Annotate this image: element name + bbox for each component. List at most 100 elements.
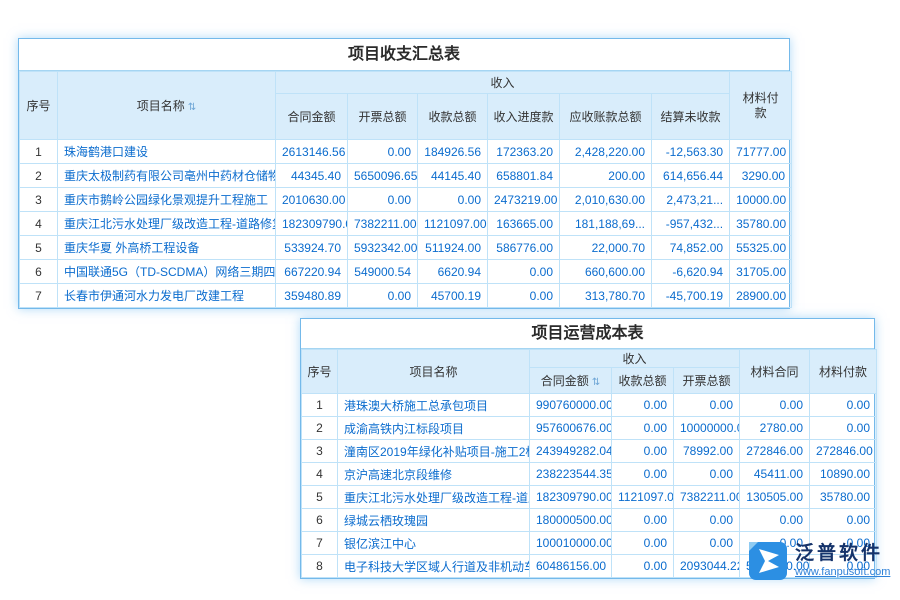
value-cell: 44145.40 — [418, 164, 488, 188]
col-header-contract-amount[interactable]: 合同金额⇅ — [530, 368, 612, 394]
project-income-summary-panel: 项目收支汇总表 序号 项目名称⇅ 收入 材料付款 合同金额 开票总额 收款总额 — [18, 38, 790, 309]
value-cell: 45700.19 — [418, 284, 488, 308]
summary-table: 序号 项目名称⇅ 收入 材料付款 合同金额 开票总额 收款总额 收入进度款 应收… — [19, 71, 792, 308]
page: 项目收支汇总表 序号 项目名称⇅ 收入 材料付款 合同金额 开票总额 收款总额 — [0, 0, 900, 600]
value-cell: 130505.00 — [740, 486, 810, 509]
col-header-income-progress: 收入进度款 — [488, 94, 560, 140]
project-name-cell: 重庆江北污水处理厂级改造工程-道路修复工 — [58, 212, 276, 236]
project-operating-cost-panel: 项目运营成本表 序号 项目名称 收入 材料合同 材料付款 合同金额⇅ 收款总额 — [300, 318, 875, 579]
project-name-cell: 银亿滨江中心 — [338, 532, 530, 555]
value-cell: 2473219.00 — [488, 188, 560, 212]
value-cell: 60486156.00 — [530, 555, 612, 578]
value-cell: 10000000.00 — [674, 417, 740, 440]
table-row[interactable]: 1珠海鹤港口建设2613146.560.00184926.56172363.20… — [20, 140, 792, 164]
value-cell: 172363.20 — [488, 140, 560, 164]
row-index-cell: 3 — [302, 440, 338, 463]
value-cell: 0.00 — [418, 188, 488, 212]
summary-table-body: 1珠海鹤港口建设2613146.560.00184926.56172363.20… — [20, 140, 792, 308]
table-row[interactable]: 7长春市伊通河水力发电厂改建工程359480.890.0045700.190.0… — [20, 284, 792, 308]
table-row[interactable]: 6中国联通5G（TD-SCDMA）网络三期四川工667220.94549000.… — [20, 260, 792, 284]
table-row[interactable]: 2重庆太极制药有限公司亳州中药材仓储物流44345.405650096.6544… — [20, 164, 792, 188]
value-cell: 55325.00 — [730, 236, 792, 260]
value-cell: 0.00 — [348, 140, 418, 164]
brand-logo-icon — [748, 541, 788, 581]
col-header-invoiced-total: 开票总额 — [348, 94, 418, 140]
value-cell: 2,428,220.00 — [560, 140, 652, 164]
table-row[interactable]: 3潼南区2019年绿化补贴项目-施工2标段243949282.040.00789… — [302, 440, 877, 463]
row-index-cell: 6 — [20, 260, 58, 284]
watermark: 泛普软件 www.fanpusoft.com — [748, 541, 890, 581]
project-name-cell: 重庆太极制药有限公司亳州中药材仓储物流 — [58, 164, 276, 188]
brand-name: 泛普软件 — [795, 543, 890, 565]
value-cell: 0.00 — [612, 440, 674, 463]
row-index-cell: 2 — [302, 417, 338, 440]
value-cell: 7382211.00 — [674, 486, 740, 509]
col-header-contract-amount-label: 合同金额 — [541, 374, 589, 388]
col-header-project-name[interactable]: 项目名称⇅ — [58, 72, 276, 140]
value-cell: 71777.00 — [730, 140, 792, 164]
value-cell: 22,000.70 — [560, 236, 652, 260]
row-index-cell: 1 — [302, 394, 338, 417]
value-cell: 35780.00 — [810, 486, 877, 509]
brand-url: www.fanpusoft.com — [795, 565, 890, 579]
value-cell: 0.00 — [348, 188, 418, 212]
value-cell: -6,620.94 — [652, 260, 730, 284]
value-cell: 180000500.00 — [530, 509, 612, 532]
value-cell: 0.00 — [488, 260, 560, 284]
value-cell: 511924.00 — [418, 236, 488, 260]
sort-icon[interactable]: ⇅ — [188, 102, 196, 113]
row-index-cell: 4 — [302, 463, 338, 486]
value-cell: 0.00 — [674, 532, 740, 555]
value-cell: -45,700.19 — [652, 284, 730, 308]
project-name-cell: 重庆华夏 外高桥工程设备 — [58, 236, 276, 260]
col-header-index: 序号 — [302, 350, 338, 394]
project-name-cell: 重庆江北污水处理厂级改造工程-道路修复 — [338, 486, 530, 509]
col-header-invoiced-total: 开票总额 — [674, 368, 740, 394]
value-cell: 181,188,69... — [560, 212, 652, 236]
value-cell: -12,563.30 — [652, 140, 730, 164]
value-cell: 2093044.22 — [674, 555, 740, 578]
value-cell: 658801.84 — [488, 164, 560, 188]
value-cell: 990760000.00 — [530, 394, 612, 417]
value-cell: -957,432... — [652, 212, 730, 236]
col-header-material-payment: 材料付款 — [810, 350, 877, 394]
value-cell: 1121097.00 — [418, 212, 488, 236]
project-name-cell: 长春市伊通河水力发电厂改建工程 — [58, 284, 276, 308]
table-row[interactable]: 2成渝高铁内江标段项目957600676.000.0010000000.0027… — [302, 417, 877, 440]
sort-icon[interactable]: ⇅ — [592, 377, 600, 388]
value-cell: 5650096.65 — [348, 164, 418, 188]
row-index-cell: 5 — [302, 486, 338, 509]
col-header-received-total: 收款总额 — [418, 94, 488, 140]
value-cell: 2,473,21... — [652, 188, 730, 212]
value-cell: 313,780.70 — [560, 284, 652, 308]
value-cell: 0.00 — [810, 509, 877, 532]
table-row[interactable]: 5重庆华夏 外高桥工程设备533924.705932342.00511924.0… — [20, 236, 792, 260]
value-cell: 359480.89 — [276, 284, 348, 308]
table-row[interactable]: 3重庆市鹅岭公园绿化景观提升工程施工2010630.000.000.002473… — [20, 188, 792, 212]
value-cell: 243949282.04 — [530, 440, 612, 463]
value-cell: 272846.00 — [810, 440, 877, 463]
value-cell: 0.00 — [740, 509, 810, 532]
table-row[interactable]: 4京沪高速北京段维修238223544.350.000.0045411.0010… — [302, 463, 877, 486]
value-cell: 0.00 — [674, 394, 740, 417]
value-cell: 667220.94 — [276, 260, 348, 284]
value-cell: 614,656.44 — [652, 164, 730, 188]
value-cell: 44345.40 — [276, 164, 348, 188]
table-row[interactable]: 4重庆江北污水处理厂级改造工程-道路修复工182309790.007382211… — [20, 212, 792, 236]
value-cell: 0.00 — [612, 532, 674, 555]
value-cell: 272846.00 — [740, 440, 810, 463]
value-cell: 100010000.00 — [530, 532, 612, 555]
value-cell: 0.00 — [740, 394, 810, 417]
table-row[interactable]: 6绿城云栖玫瑰园180000500.000.000.000.000.00 — [302, 509, 877, 532]
col-header-project-name-label: 项目名称 — [137, 99, 185, 113]
value-cell: 35780.00 — [730, 212, 792, 236]
project-name-cell: 港珠澳大桥施工总承包项目 — [338, 394, 530, 417]
value-cell: 5932342.00 — [348, 236, 418, 260]
value-cell: 7382211.00 — [348, 212, 418, 236]
value-cell: 28900.00 — [730, 284, 792, 308]
table-row[interactable]: 5重庆江北污水处理厂级改造工程-道路修复182309790.001121097.… — [302, 486, 877, 509]
table-row[interactable]: 1港珠澳大桥施工总承包项目990760000.000.000.000.000.0… — [302, 394, 877, 417]
value-cell: 0.00 — [348, 284, 418, 308]
value-cell: 163665.00 — [488, 212, 560, 236]
value-cell: 31705.00 — [730, 260, 792, 284]
